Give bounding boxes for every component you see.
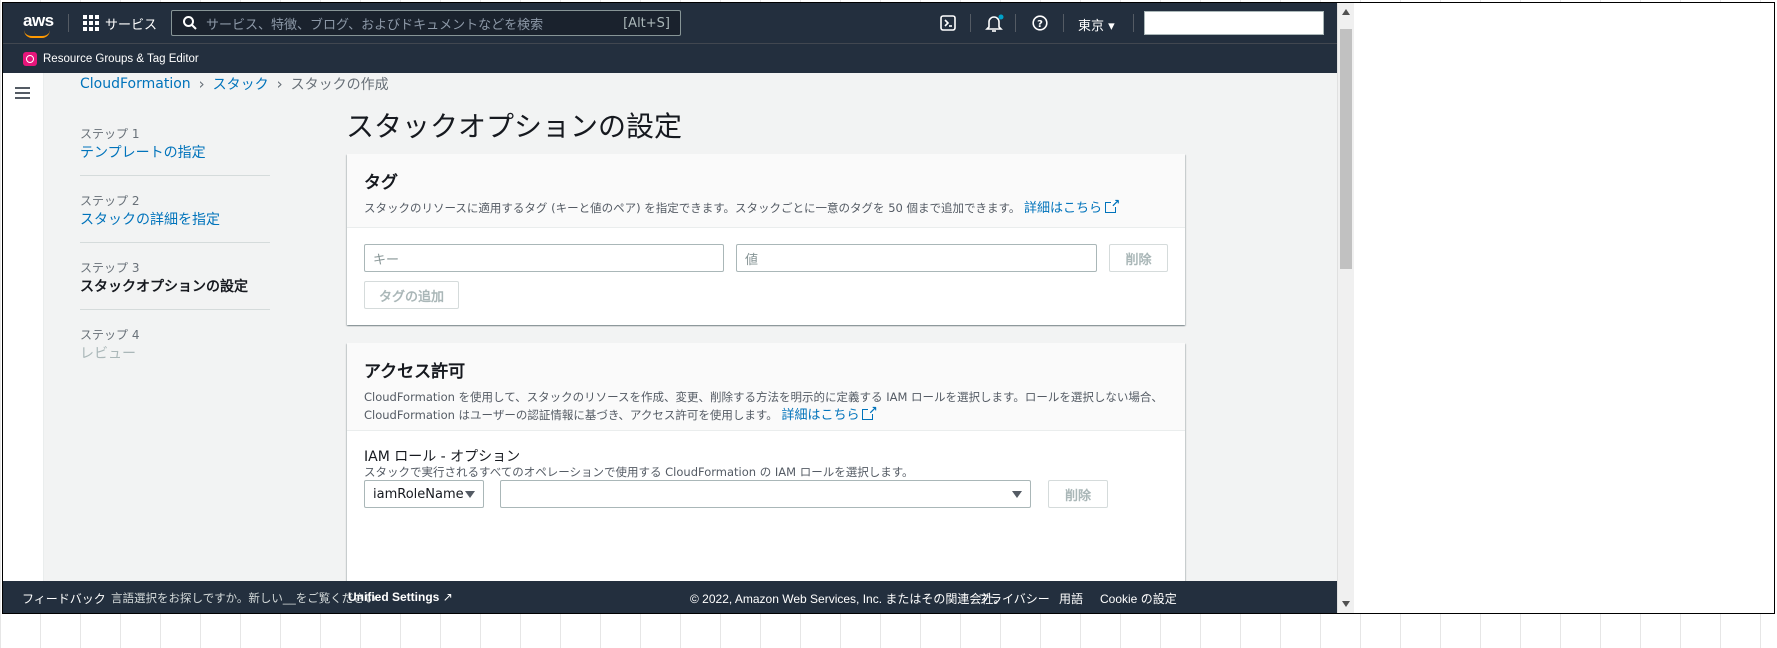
privacy-link[interactable]: プライバシー bbox=[978, 590, 1050, 607]
tags-learn-more-link[interactable]: 詳細はこちら bbox=[1024, 195, 1120, 216]
iam-role-name-select[interactable] bbox=[500, 480, 1031, 508]
external-link-icon bbox=[1105, 195, 1120, 213]
wizard-step: ステップ 3 スタックオプションの設定 bbox=[80, 259, 270, 310]
cookie-settings-link[interactable]: Cookie の設定 bbox=[1100, 590, 1177, 607]
page-title: スタックオプションの設定 bbox=[346, 110, 683, 143]
step-link-specify-template[interactable]: テンプレートの指定 bbox=[80, 143, 270, 163]
side-navigation-rail bbox=[3, 73, 44, 581]
terms-link[interactable]: 用語 bbox=[1059, 590, 1083, 607]
permissions-learn-more-link[interactable]: 詳細はこちら bbox=[781, 402, 877, 423]
iam-remove-button[interactable]: 削除 bbox=[1048, 480, 1108, 508]
scroll-up-arrow-icon[interactable] bbox=[1342, 9, 1350, 15]
step-link-stack-details[interactable]: スタックの詳細を指定 bbox=[80, 210, 270, 230]
external-link-icon: ↗ bbox=[442, 590, 453, 604]
wizard-step: ステップ 2 スタックの詳細を指定 bbox=[80, 192, 270, 243]
services-menu-button[interactable]: サービス bbox=[83, 13, 157, 33]
iam-role-type-select[interactable]: iamRoleName bbox=[364, 480, 484, 508]
svg-text:?: ? bbox=[1037, 19, 1043, 30]
resource-groups-icon bbox=[23, 51, 37, 66]
scroll-down-arrow-icon[interactable] bbox=[1342, 601, 1350, 607]
main-content: CloudFormation › スタック › スタックの作成 ステップ 1 テ… bbox=[43, 73, 1337, 581]
help-icon[interactable]: ? bbox=[1029, 13, 1051, 33]
add-tag-button[interactable]: タグの追加 bbox=[364, 281, 459, 309]
step-number: ステップ 4 bbox=[80, 328, 140, 342]
chevron-right-icon: › bbox=[198, 75, 205, 93]
wizard-step: ステップ 1 テンプレートの指定 bbox=[80, 125, 270, 176]
search-shortcut: [Alt+S] bbox=[623, 15, 670, 31]
tags-panel: タグ スタックのリソースに適用するタグ (キーと値のペア) を指定できます。スタ… bbox=[347, 154, 1185, 325]
iam-role-description: スタックで実行されるすべてのオペレーションで使用する CloudFormatio… bbox=[364, 465, 914, 479]
tag-remove-button[interactable]: 削除 bbox=[1109, 244, 1168, 272]
favorites-bar: Resource Groups & Tag Editor bbox=[3, 43, 1337, 73]
search-placeholder: サービス、特徴、ブログ、およびドキュメントなどを検索 bbox=[206, 17, 544, 33]
caret-down-icon bbox=[1012, 490, 1022, 498]
breadcrumb: CloudFormation › スタック › スタックの作成 bbox=[80, 74, 389, 94]
scrollbar-thumb[interactable] bbox=[1340, 29, 1352, 269]
step-number: ステップ 2 bbox=[80, 194, 140, 208]
tags-title: タグ bbox=[364, 173, 398, 193]
chevron-right-icon: › bbox=[276, 75, 283, 93]
account-menu-button[interactable] bbox=[1144, 11, 1324, 35]
breadcrumb-stacks[interactable]: スタック bbox=[213, 74, 269, 94]
services-label: サービス bbox=[105, 17, 158, 33]
aws-logo[interactable]: aws bbox=[21, 9, 55, 38]
top-navigation: aws サービス サービス、特徴、ブログ、およびドキュメントなどを検索 [Alt… bbox=[3, 3, 1337, 43]
step-review: レビュー bbox=[80, 346, 136, 362]
unified-settings-link[interactable]: Unified Settings ↗ bbox=[348, 590, 453, 604]
permissions-panel: アクセス許可 CloudFormation を使用して、スタックのリソースを作成… bbox=[347, 343, 1185, 581]
footer: フィードバック 言語選択をお探しですか。新しい__をご覧ください Unified… bbox=[3, 581, 1337, 613]
step-current-stack-options: スタックオプションの設定 bbox=[80, 279, 248, 295]
grid-icon bbox=[83, 15, 99, 31]
feedback-link[interactable]: フィードバック bbox=[22, 590, 106, 607]
bell-icon[interactable] bbox=[983, 13, 1005, 33]
permissions-description: CloudFormation を使用して、スタックのリソースを作成、変更、削除す… bbox=[364, 388, 1168, 425]
tag-value-input[interactable]: 値 bbox=[736, 244, 1097, 272]
copyright-text: © 2022, Amazon Web Services, Inc. またはその関… bbox=[690, 592, 1006, 606]
external-link-icon bbox=[862, 402, 877, 420]
tags-description: スタックのリソースに適用するタグ (キーと値のペア) を指定できます。スタックご… bbox=[364, 195, 1168, 218]
step-number: ステップ 3 bbox=[80, 261, 140, 275]
wizard-step: ステップ 4 レビュー bbox=[80, 326, 270, 376]
breadcrumb-cloudformation[interactable]: CloudFormation bbox=[80, 76, 191, 92]
permissions-title: アクセス許可 bbox=[364, 362, 466, 382]
browser-viewport: aws サービス サービス、特徴、ブログ、およびドキュメントなどを検索 [Alt… bbox=[3, 3, 1337, 613]
tags-panel-header: タグ スタックのリソースに適用するタグ (キーと値のペア) を指定できます。スタ… bbox=[347, 154, 1185, 228]
iam-role-label: IAM ロール - オプション bbox=[364, 449, 521, 465]
vertical-scrollbar[interactable] bbox=[1337, 3, 1354, 613]
cloudshell-icon[interactable] bbox=[937, 13, 959, 33]
caret-down-icon bbox=[465, 490, 475, 498]
search-input[interactable]: サービス、特徴、ブログ、およびドキュメントなどを検索 [Alt+S] bbox=[171, 10, 681, 36]
step-number: ステップ 1 bbox=[80, 127, 140, 141]
search-icon bbox=[183, 16, 197, 30]
tag-key-input[interactable]: キー bbox=[364, 244, 724, 272]
resource-groups-link[interactable]: Resource Groups & Tag Editor bbox=[43, 53, 199, 65]
wizard-steps: ステップ 1 テンプレートの指定 ステップ 2 スタックの詳細を指定 ステップ … bbox=[80, 125, 270, 392]
menu-icon[interactable] bbox=[15, 87, 30, 102]
breadcrumb-current: スタックの作成 bbox=[290, 77, 389, 93]
permissions-panel-header: アクセス許可 CloudFormation を使用して、スタックのリソースを作成… bbox=[347, 343, 1185, 431]
region-selector[interactable]: 東京 ▾ bbox=[1078, 15, 1115, 34]
language-text: 言語選択をお探しですか。新しい__をご覧ください bbox=[111, 593, 377, 605]
